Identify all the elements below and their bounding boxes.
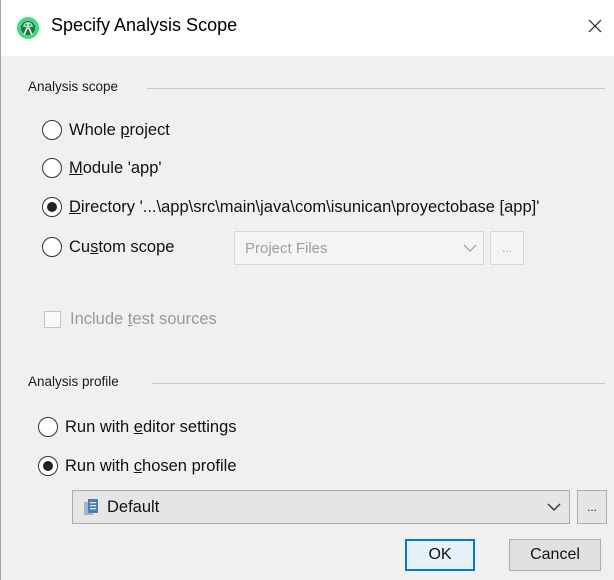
radio-button-selected[interactable] — [42, 197, 62, 217]
radio-whole-project[interactable]: Whole project — [42, 120, 170, 140]
include-test-sources-label: Include test sources — [70, 310, 217, 328]
chevron-down-icon — [539, 491, 569, 523]
analysis-scope-dialog: Specify Analysis Scope Analysis scope Wh… — [0, 0, 614, 580]
radio-directory[interactable]: Directory '...\app\src\main\java\com\isu… — [42, 197, 539, 217]
analysis-profile-divider — [152, 383, 605, 384]
radio-button[interactable] — [38, 417, 58, 437]
radio-editor-settings[interactable]: Run with editor settings — [38, 417, 237, 437]
analysis-scope-divider — [147, 88, 605, 89]
radio-button[interactable] — [42, 158, 62, 178]
close-button[interactable] — [575, 8, 614, 48]
ok-button[interactable]: OK — [405, 539, 475, 571]
analysis-profile-header: Analysis profile — [28, 374, 119, 389]
radio-label-editor-settings: Run with editor settings — [65, 417, 237, 436]
cancel-button[interactable]: Cancel — [509, 539, 601, 571]
include-test-sources-checkbox[interactable] — [44, 311, 61, 328]
android-studio-icon — [16, 16, 40, 40]
profile-select[interactable]: Default — [72, 490, 570, 524]
radio-module-app[interactable]: Module 'app' — [42, 158, 162, 178]
radio-label-chosen-profile: Run with chosen profile — [65, 456, 237, 475]
include-test-sources-checkbox-row[interactable]: Include test sources — [44, 310, 217, 329]
radio-button[interactable] — [42, 237, 62, 257]
profile-select-value-wrap: Default — [73, 498, 539, 517]
profile-select-value: Default — [107, 497, 160, 516]
profile-browse-button[interactable]: ... — [577, 490, 607, 524]
radio-label-directory: Directory '...\app\src\main\java\com\isu… — [69, 197, 540, 216]
analysis-scope-header: Analysis scope — [28, 79, 119, 94]
radio-dot — [47, 202, 57, 212]
custom-scope-browse-button[interactable]: ... — [490, 231, 524, 265]
title-bar: Specify Analysis Scope — [1, 0, 614, 56]
inspection-profile-icon — [83, 498, 99, 516]
radio-label-whole-project: Whole project — [69, 120, 170, 139]
radio-custom-scope[interactable]: Custom scope — [42, 237, 174, 257]
radio-button[interactable] — [42, 120, 62, 140]
radio-label-custom-scope: Custom scope — [69, 237, 175, 256]
radio-button-selected[interactable] — [38, 456, 58, 476]
dialog-title: Specify Analysis Scope — [51, 15, 238, 35]
custom-scope-select[interactable]: Project Files — [234, 231, 484, 265]
radio-chosen-profile[interactable]: Run with chosen profile — [38, 456, 237, 476]
close-icon — [587, 18, 603, 39]
chevron-down-icon — [457, 232, 483, 264]
radio-label-module-app: Module 'app' — [69, 158, 162, 177]
radio-dot — [43, 461, 53, 471]
custom-scope-select-value: Project Files — [245, 239, 328, 257]
